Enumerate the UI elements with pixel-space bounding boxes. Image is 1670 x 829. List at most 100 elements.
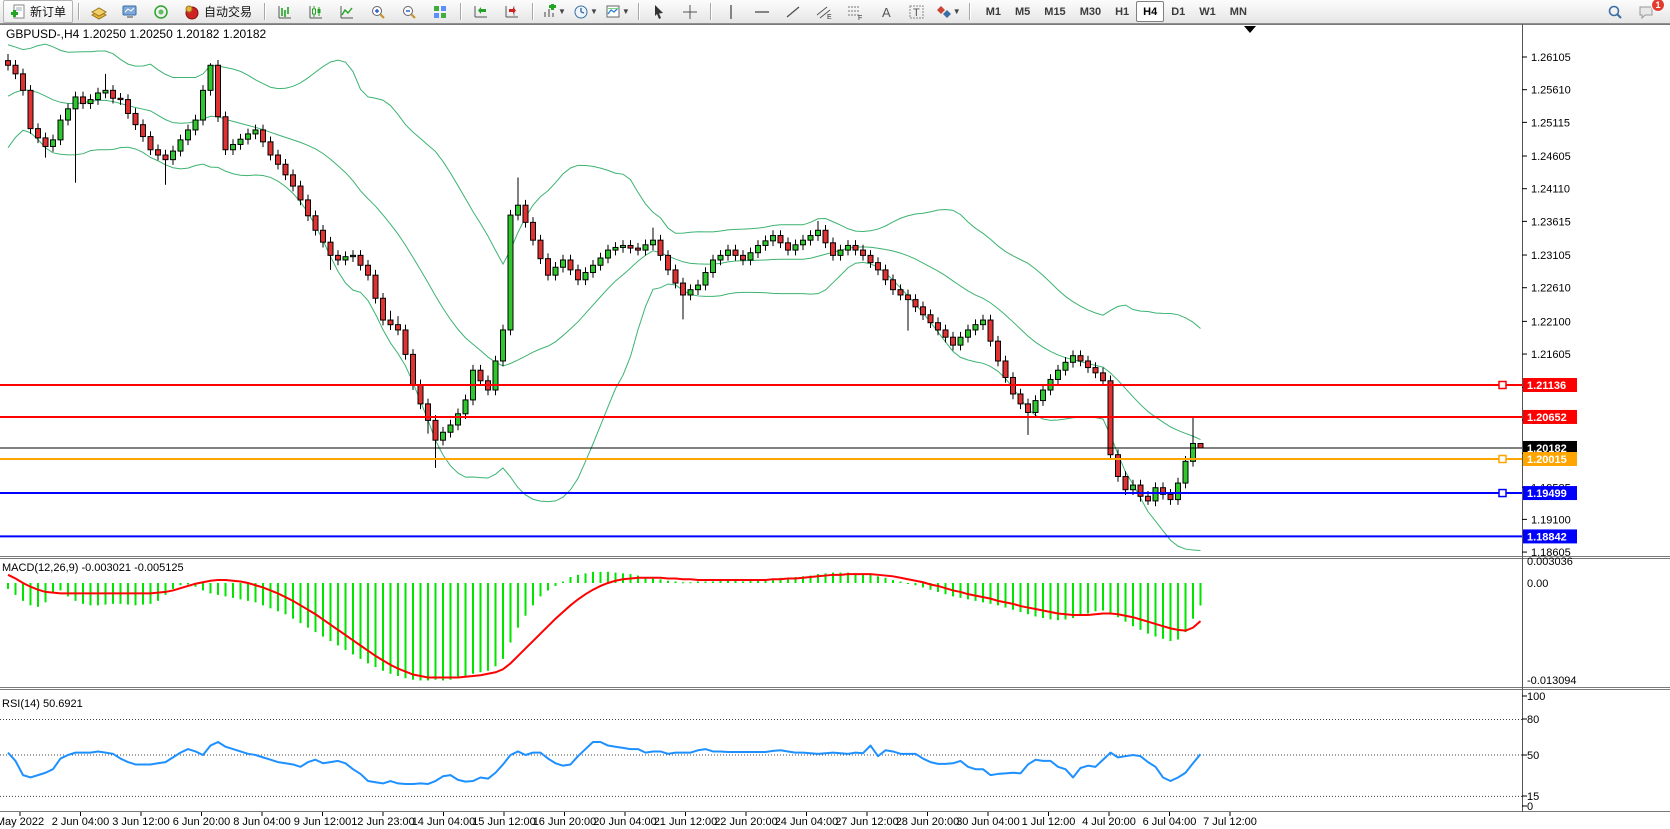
zoom-out-button[interactable]: [394, 0, 424, 23]
macd-histogram-bar: [577, 575, 579, 583]
candle-bull: [561, 260, 566, 267]
fibonacci-button[interactable]: F: [840, 0, 870, 23]
arrows-button[interactable]: ▼: [933, 0, 964, 23]
candle-bear: [883, 270, 888, 280]
macd-histogram-bar: [1072, 583, 1074, 618]
macd-histogram-bar: [682, 582, 684, 583]
crosshair-button[interactable]: [675, 0, 705, 23]
timeframe-m1-button[interactable]: M1: [979, 1, 1008, 22]
candle-bear: [861, 250, 866, 255]
timeframe-m30-button[interactable]: M30: [1073, 1, 1108, 22]
macd-histogram-bar: [660, 579, 662, 583]
candle-bull: [771, 236, 776, 241]
chat-button[interactable]: 1: [1631, 0, 1661, 23]
price-label-text: 1.18842: [1527, 531, 1567, 543]
candle-bear: [673, 270, 678, 283]
charts-button[interactable]: [84, 0, 114, 23]
candle-bear: [546, 259, 551, 276]
text-label-button[interactable]: T: [902, 0, 932, 23]
candle-bear: [366, 265, 371, 275]
timeframe-group: M1M5M15M30H1H4D1W1MN: [979, 1, 1254, 22]
macd-label: MACD(12,26,9) -0.003021 -0.005125: [2, 562, 184, 574]
macd-histogram-bar: [885, 578, 887, 583]
templates-button[interactable]: ▼: [602, 0, 633, 23]
chart-canvas[interactable]: 1.261051.256101.251151.246051.241101.236…: [0, 0, 1670, 829]
time-tick-label: 20 Jun 04:00: [593, 816, 657, 828]
timeframe-m15-button[interactable]: M15: [1037, 1, 1072, 22]
cursor-button[interactable]: [644, 0, 674, 23]
autotrade-button[interactable]: 自动交易: [177, 0, 259, 23]
macd-histogram-bar: [1102, 583, 1104, 611]
macd-histogram-bar: [285, 583, 287, 614]
macd-histogram-bar: [300, 583, 302, 623]
macd-histogram-bar: [727, 581, 729, 583]
tile-windows-button[interactable]: [425, 0, 455, 23]
timeframe-mn-button[interactable]: MN: [1223, 1, 1254, 22]
time-tick-label: 9 Jun 12:00: [294, 816, 352, 828]
macd-histogram-bar: [172, 583, 174, 589]
search-button[interactable]: [1600, 0, 1630, 23]
tile-windows-icon: [432, 4, 448, 20]
time-tick-label: 7 Jul 12:00: [1203, 816, 1257, 828]
chart-shift-button[interactable]: [497, 0, 527, 23]
new-order-icon: [10, 4, 26, 20]
candle-bear: [261, 130, 266, 142]
macd-histogram-bar: [915, 583, 917, 585]
auto-scroll-button[interactable]: [466, 0, 496, 23]
new-order-label: 新订单: [30, 3, 66, 20]
macd-histogram-bar: [405, 583, 407, 678]
macd-histogram-bar: [1095, 583, 1097, 611]
macd-histogram-bar: [705, 582, 707, 583]
candle-bear: [268, 142, 273, 155]
macd-histogram-bar: [877, 576, 879, 583]
macd-histogram-bar: [720, 581, 722, 583]
macd-histogram-bar: [990, 583, 992, 604]
timeframe-m5-button[interactable]: M5: [1008, 1, 1037, 22]
new-order-button[interactable]: 新订单: [3, 0, 73, 23]
horizontal-line-button[interactable]: [747, 0, 777, 23]
candle-bull: [756, 245, 761, 252]
periods-button[interactable]: ▼: [570, 0, 601, 23]
timeframe-h1-button[interactable]: H1: [1108, 1, 1136, 22]
indicators-button[interactable]: ▼: [538, 0, 569, 23]
candlestick-chart-button[interactable]: [301, 0, 331, 23]
vertical-line-button[interactable]: [716, 0, 746, 23]
candle-bear: [216, 65, 221, 116]
separator: [532, 3, 533, 20]
macd-histogram-bar: [397, 583, 399, 676]
price-tick-label: 1.19100: [1531, 514, 1571, 526]
candle-bear: [373, 275, 378, 298]
zoom-in-button[interactable]: [363, 0, 393, 23]
price-tick-label: 1.22610: [1531, 283, 1571, 295]
signals-button[interactable]: [146, 0, 176, 23]
macd-histogram-bar: [967, 583, 969, 599]
market-watch-button[interactable]: [115, 0, 145, 23]
candle-bear: [996, 341, 1001, 361]
macd-histogram-bar: [465, 583, 467, 677]
candle-bull: [201, 90, 206, 120]
candle-bear: [478, 370, 483, 381]
macd-histogram-bar: [360, 583, 362, 659]
candle-bear: [163, 155, 168, 160]
rsi-label: RSI(14) 50.6921: [2, 698, 83, 710]
text-button[interactable]: A: [871, 0, 901, 23]
macd-histogram-bar: [352, 583, 354, 654]
timeframe-d1-button[interactable]: D1: [1164, 1, 1192, 22]
trendline-button[interactable]: [778, 0, 808, 23]
candle-bull: [351, 255, 356, 256]
chevron-down-icon: ▼: [558, 7, 566, 16]
timeframe-w1-button[interactable]: W1: [1192, 1, 1223, 22]
candle-bull: [688, 290, 693, 295]
line-chart-button[interactable]: [332, 0, 362, 23]
macd-histogram-bar: [1110, 583, 1112, 613]
macd-histogram-bar: [480, 583, 482, 672]
equidistant-channel-button[interactable]: E: [809, 0, 839, 23]
separator: [78, 3, 79, 20]
timeframe-h4-button[interactable]: H4: [1136, 1, 1164, 22]
macd-histogram-bar: [442, 583, 444, 680]
periods-icon: [573, 4, 589, 20]
macd-histogram-bar: [975, 583, 977, 601]
bar-chart-button[interactable]: [270, 0, 300, 23]
rsi-axis-label: 0: [1527, 801, 1533, 813]
time-tick-label: 14 Jun 04:00: [412, 816, 476, 828]
